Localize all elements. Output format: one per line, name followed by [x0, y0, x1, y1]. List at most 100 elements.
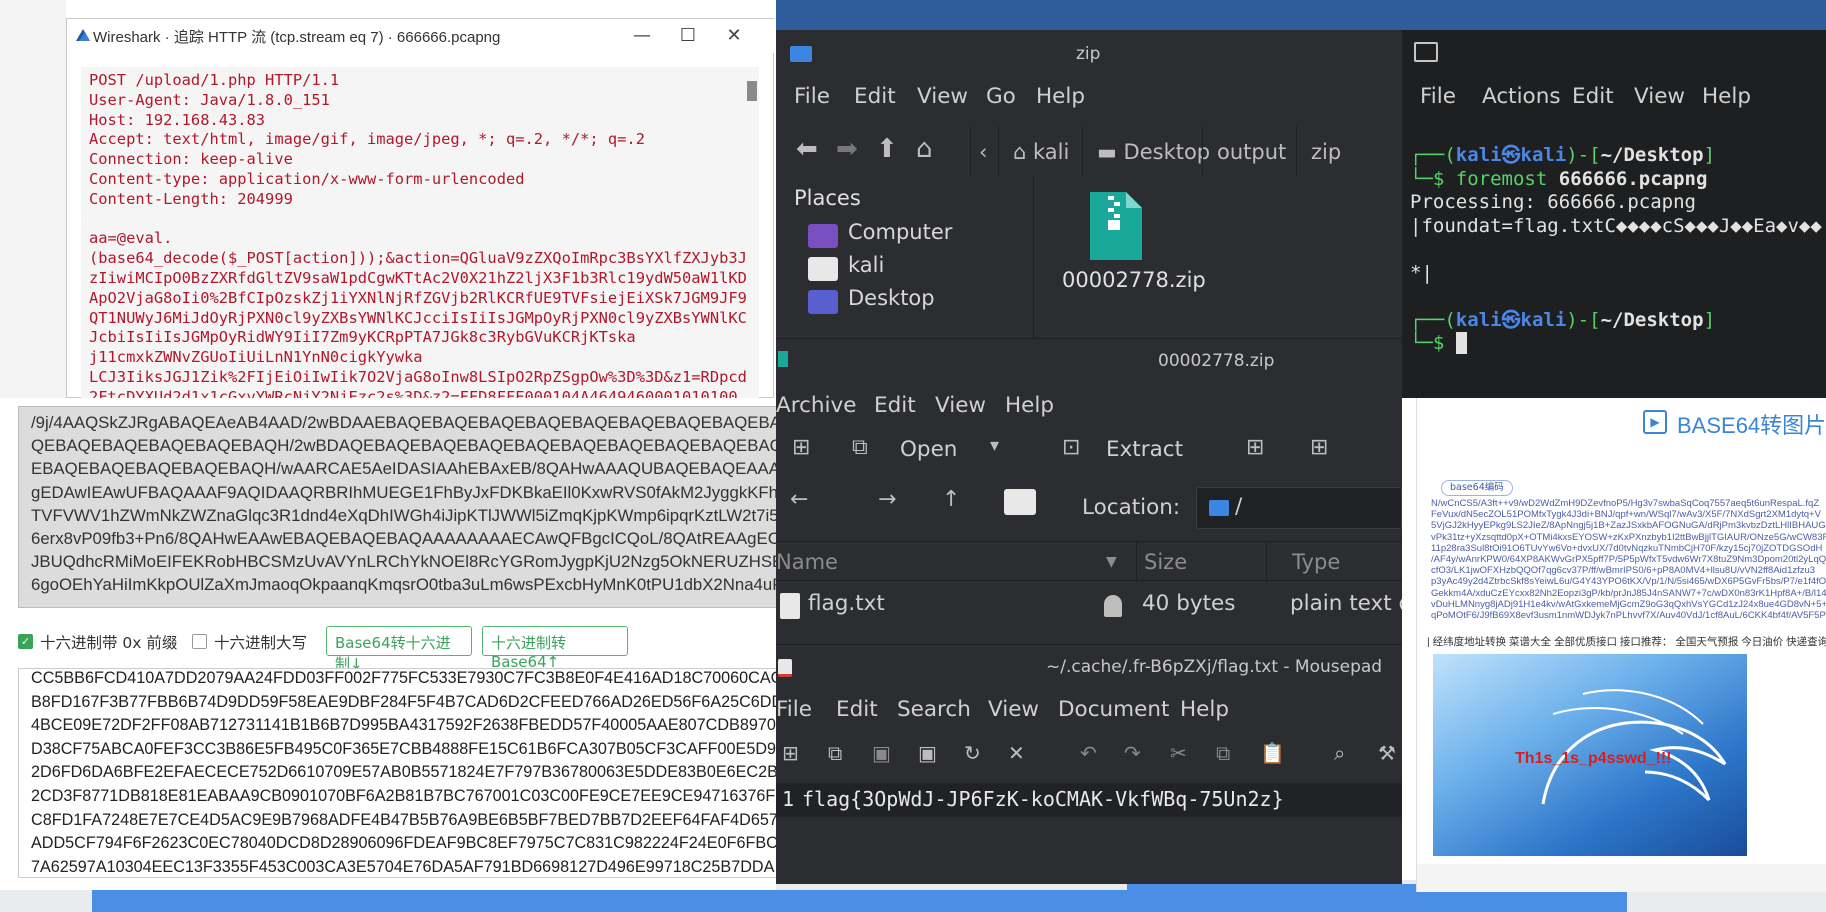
terminal-cursor: [1455, 332, 1468, 354]
menu-go[interactable]: Go: [986, 84, 1016, 109]
add-folder-icon[interactable]: ⊞: [1310, 435, 1328, 460]
menu-archive[interactable]: Archive: [776, 393, 856, 418]
redo-icon[interactable]: ↷: [1124, 741, 1141, 765]
menu-file[interactable]: File: [776, 697, 812, 722]
terminal-output[interactable]: ┌──(kali㉿kali)-[~/Desktop] └─$ foremost …: [1410, 144, 1826, 356]
base64-to-hex-button[interactable]: Base64转十六进制↓: [326, 626, 472, 673]
hex-uppercase-checkbox[interactable]: [192, 634, 207, 649]
column-name[interactable]: Name: [776, 550, 838, 574]
minimize-button[interactable]: —: [619, 21, 665, 51]
stream-line: QT1NUWyJ6MiJdOyRjPXN0cl9yZXBsYWNlKCJcciI…: [89, 308, 747, 327]
back-icon[interactable]: ⬅: [796, 134, 818, 164]
location-label: Location:: [1082, 495, 1181, 520]
prompt-user: kali㉿kali: [1455, 144, 1567, 166]
cut-icon[interactable]: ✂: [1170, 741, 1187, 765]
lock-icon: [1104, 595, 1122, 617]
open-archive-icon[interactable]: ⧉: [852, 435, 868, 460]
menu-edit[interactable]: Edit: [1572, 84, 1614, 109]
web-text-line: vPk31tz+yXzsqttd0pX+OTMi4kxsEYOSW+zKxPXn…: [1431, 531, 1826, 543]
breadcrumb-output[interactable]: output: [1202, 126, 1300, 178]
forward-icon[interactable]: ➡: [836, 134, 858, 164]
close-button[interactable]: ✕: [711, 21, 757, 51]
hex-0x-prefix-checkbox[interactable]: ✓: [18, 634, 33, 649]
extract-button[interactable]: Extract: [1106, 437, 1183, 462]
open-button[interactable]: Open: [900, 437, 957, 462]
menu-file[interactable]: File: [794, 84, 830, 109]
reload-icon[interactable]: ↻: [964, 741, 981, 765]
editor-current-line[interactable]: 1 flag{3OpWdJ-JP6FzK-koCMAK-VkfWBq-75Un2…: [776, 783, 1402, 817]
file-row[interactable]: flag.txt 40 bytes plain text d: [776, 585, 1402, 627]
new-archive-icon[interactable]: ⊞: [792, 435, 810, 460]
stream-line: zIiwiMCIpO0BzZXRfdGltZV9saW1pdCgwKTtAc2V…: [89, 268, 747, 287]
location-field[interactable]: /: [1196, 487, 1402, 529]
thunar-title: zip: [1076, 44, 1101, 64]
hex-line: 2CD3F8771DB818E81EABAA9CB0901070BF6A2B81…: [31, 786, 776, 805]
maximize-button[interactable]: ☐: [665, 21, 711, 51]
open-dropdown-icon[interactable]: ▾: [990, 435, 999, 456]
menu-help[interactable]: Help: [1005, 393, 1054, 418]
zip-file-icon[interactable]: [1086, 192, 1142, 260]
paste-icon[interactable]: 📋: [1260, 741, 1285, 765]
new-window-icon[interactable]: ⧉: [828, 741, 842, 765]
http-stream-text-area[interactable]: POST /upload/1.php HTTP/1.1 User-Agent: …: [81, 67, 759, 399]
place-kali[interactable]: kali: [848, 253, 884, 277]
vertical-scrollbar-thumb[interactable]: [747, 81, 757, 101]
menu-edit[interactable]: Edit: [854, 84, 896, 109]
hex-textarea[interactable]: CC5BB6FCD410A7DD2079AA24FDD03FF002F775FC…: [18, 668, 778, 878]
save-as-icon[interactable]: ▣: [918, 741, 937, 765]
home-folder-icon[interactable]: [1004, 489, 1036, 515]
menu-actions[interactable]: Actions: [1482, 84, 1561, 109]
place-computer[interactable]: Computer: [848, 220, 952, 244]
search-icon[interactable]: ⌕: [1334, 741, 1345, 765]
folder-icon: [790, 46, 812, 62]
menu-help[interactable]: Help: [1702, 84, 1751, 109]
menu-view[interactable]: View: [988, 697, 1039, 722]
column-type[interactable]: Type: [1292, 550, 1340, 574]
hex-line: B8FD167F3B77FBB6B74D9DD59F58EAE9DBF284F5…: [31, 692, 778, 711]
up-icon[interactable]: ↑: [942, 487, 960, 512]
menu-edit[interactable]: Edit: [874, 393, 916, 418]
menu-help[interactable]: Help: [1036, 84, 1085, 109]
column-size[interactable]: Size: [1144, 550, 1187, 574]
web-text-line: Gekkm4A/xduCzEYcxx82Nh2Eopzi3gP/kb/prJnJ…: [1431, 587, 1826, 599]
breadcrumb-kali[interactable]: ⌂ kali: [998, 126, 1083, 178]
archive-manager-window: 00002778.zip Archive Edit View Help ⊞ ⧉ …: [776, 338, 1402, 644]
menu-help[interactable]: Help: [1180, 697, 1229, 722]
prompt-symbol: └─$: [1410, 332, 1456, 354]
hex-to-base64-button[interactable]: 十六进制转Base64↑: [482, 626, 628, 671]
close-document-icon[interactable]: ✕: [1008, 741, 1025, 765]
place-desktop[interactable]: Desktop: [848, 286, 935, 310]
replace-icon[interactable]: ⚒: [1378, 741, 1396, 765]
copy-icon[interactable]: ⧉: [1216, 741, 1230, 765]
breadcrumb-zip[interactable]: zip: [1296, 126, 1355, 178]
menu-view[interactable]: View: [917, 84, 968, 109]
save-icon[interactable]: ▣: [872, 741, 891, 765]
file-type: plain text d: [1290, 591, 1402, 616]
new-document-icon[interactable]: ⊞: [782, 741, 799, 765]
base64-tag[interactable]: base64编码: [1441, 480, 1513, 496]
undo-icon[interactable]: ↶: [1080, 741, 1097, 765]
path-left-arrow[interactable]: ‹: [970, 126, 995, 178]
forward-icon[interactable]: →: [878, 487, 896, 512]
menu-document[interactable]: Document: [1058, 697, 1169, 722]
menu-search[interactable]: Search: [897, 697, 971, 722]
extract-icon[interactable]: ⊡: [1062, 435, 1080, 460]
menu-file[interactable]: File: [1420, 84, 1456, 109]
base64-textarea[interactable]: /9j/4AAQSkZJRgABAQEAeAB4AAD/2wBDAAEBAQEB…: [18, 406, 778, 608]
back-icon[interactable]: ←: [790, 487, 808, 512]
stream-line: (base64_decode($_POST[action]));&action=…: [89, 249, 747, 268]
thunar-toolbar: ⬅ ➡ ⬆ ⌂ ‹ ⌂ kali ▬ Desktop output zip: [776, 124, 1402, 180]
base64-line: 6goOEhYaHiImKkpOUlZaXmJmaoqOkpaanqKmqsrO…: [31, 575, 777, 595]
add-files-icon[interactable]: ⊞: [1246, 435, 1264, 460]
menu-edit[interactable]: Edit: [836, 697, 878, 722]
home-icon[interactable]: ⌂: [916, 134, 933, 164]
menu-view[interactable]: View: [935, 393, 986, 418]
web-links-bar[interactable]: | 经纬度地址转换 菜谱大全 全部优质接口 接口推荐： 全国天气预报 今日油价 …: [1427, 634, 1826, 649]
image-icon: ▶: [1643, 410, 1667, 434]
zip-file-name[interactable]: 00002778.zip: [1062, 268, 1206, 292]
base64-input-text[interactable]: N/wCnCS5/A3ft++v9/wD2WdZmH9DZevfnoP5/Hg3…: [1431, 498, 1826, 628]
menu-view[interactable]: View: [1634, 84, 1685, 109]
up-icon[interactable]: ⬆: [876, 134, 898, 164]
web-text-line: qPoMOtF6/J9fB69X8evf3usm1nmWDJyk7nPLhvvf…: [1431, 610, 1826, 622]
hex-line: CC5BB6FCD410A7DD2079AA24FDD03FF002F775FC…: [31, 669, 778, 687]
